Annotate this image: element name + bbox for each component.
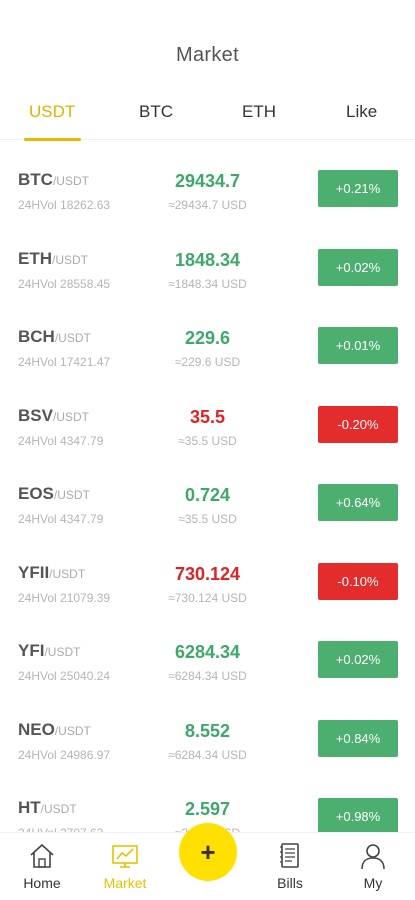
market-row[interactable]: NEO/USDT 24HVol 24986.97 8.552 ≈6284.34 USD… — [0, 700, 415, 778]
quote-symbol: /USDT — [54, 723, 91, 738]
pair-name: HT/USDT — [18, 798, 77, 818]
user-icon — [361, 844, 385, 870]
pair-name: NEO/USDT — [18, 720, 91, 740]
volume-24h: 24HVol 17421.47 — [18, 355, 111, 369]
nav-bills-label: Bills — [277, 875, 303, 891]
usd-value: ≈730.124 USD — [168, 590, 247, 605]
change-badge: +0.02% — [318, 248, 398, 286]
last-price: 0.724 — [184, 485, 231, 505]
volume-24h: 24HVol 18262.63 — [18, 198, 111, 212]
change-badge: -0.20% — [318, 405, 398, 443]
change-badge: +0.21% — [318, 170, 398, 207]
nav-market-label: Market — [103, 875, 147, 891]
market-row[interactable]: ETH/USDT 24HVol 28558.45 1848.34 ≈1848.34 U… — [0, 229, 415, 307]
change-badge: +0.64% — [318, 484, 398, 521]
volume-24h: 24HVol 4347.79 — [18, 512, 104, 526]
volume-24h: 24HVol 24986.97 — [18, 747, 111, 762]
market-tabs: USDT BTC ETH Like — [0, 88, 415, 141]
usd-value: ≈6284.34 USD — [168, 747, 247, 762]
last-price: 6284.34 — [174, 642, 241, 662]
market-row[interactable]: YFI/USDT 24HVol 25040.24 6284.34 ≈6284.34 U… — [0, 621, 415, 699]
usd-value: ≈1848.34 USD — [168, 276, 247, 291]
pair-name: BSV/USDT — [18, 406, 89, 426]
last-price: 29434.7 — [174, 171, 241, 191]
quote-symbol: /USDT — [40, 802, 77, 816]
volume-24h: 24HVol 21079.39 — [18, 590, 111, 605]
last-price: 1848.34 — [174, 249, 241, 270]
base-symbol: BSV — [18, 405, 53, 425]
volume-24h: 24HVol 4347.79 — [18, 433, 104, 448]
nav-home[interactable]: Home — [10, 841, 74, 891]
tab-eth[interactable]: ETH — [242, 102, 276, 122]
tab-like[interactable]: Like — [346, 102, 377, 122]
bottom-nav: Home Market + Bills My — [0, 823, 415, 900]
header: Market — [0, 0, 415, 88]
market-row[interactable]: EOS/USDT 24HVol 4347.79 0.724 ≈35.5 USD +0.6… — [0, 464, 415, 542]
market-list[interactable]: BTC/USDT 24HVol 18262.63 29434.7 ≈29434.7 U… — [0, 150, 415, 832]
change-badge: +0.01% — [318, 327, 398, 364]
usd-value: ≈229.6 USD — [174, 355, 241, 369]
quote-symbol: /USDT — [52, 252, 88, 267]
quote-symbol: /USDT — [52, 174, 89, 188]
nav-market[interactable]: Market — [93, 841, 157, 891]
market-row[interactable]: BCH/USDT 24HVol 17421.47 229.6 ≈229.6 USD +0… — [0, 307, 415, 385]
quote-symbol: /USDT — [53, 488, 90, 502]
quote-symbol: /USDT — [54, 331, 91, 345]
base-symbol: BCH — [18, 327, 55, 346]
last-price: 2.597 — [184, 799, 231, 819]
market-row[interactable]: BTC/USDT 24HVol 18262.63 29434.7 ≈29434.7 U… — [0, 150, 415, 228]
pair-name: EOS/USDT — [18, 484, 90, 504]
last-price: 229.6 — [184, 328, 231, 348]
base-symbol: HT — [18, 798, 41, 817]
base-symbol: ETH — [18, 248, 52, 268]
base-symbol: EOS — [18, 484, 54, 503]
change-badge: +0.98% — [318, 798, 398, 832]
change-badge: -0.10% — [318, 562, 398, 600]
last-price: 35.5 — [189, 406, 226, 427]
pair-name: YFI/USDT — [18, 641, 80, 661]
base-symbol: YFI — [18, 641, 45, 660]
change-badge: +0.02% — [318, 641, 398, 678]
pair-name: YFII/USDT — [18, 563, 85, 583]
market-row[interactable]: BSV/USDT 24HVol 4347.79 35.5 ≈35.5 USD -0.20… — [0, 386, 415, 464]
usd-value: ≈6284.34 USD — [168, 669, 247, 683]
chart-icon — [112, 845, 138, 868]
nav-bills[interactable]: Bills — [258, 841, 322, 891]
base-symbol: YFII — [18, 562, 50, 582]
usd-value: ≈29434.7 USD — [168, 198, 247, 212]
usd-value: ≈35.5 USD — [178, 512, 237, 526]
tab-btc[interactable]: BTC — [139, 102, 173, 122]
pair-name: ETH/USDT — [18, 249, 88, 269]
pair-name: BTC/USDT — [18, 170, 89, 190]
quote-symbol: /USDT — [52, 409, 89, 424]
pair-name: BCH/USDT — [18, 327, 91, 347]
last-price: 730.124 — [174, 563, 241, 584]
base-symbol: NEO — [18, 719, 55, 739]
nav-my-label: My — [363, 875, 383, 891]
tab-usdt[interactable]: USDT — [29, 102, 75, 122]
bills-icon — [280, 843, 299, 868]
home-icon — [30, 843, 54, 868]
active-tab-indicator — [24, 138, 81, 141]
usd-value: ≈35.5 USD — [178, 433, 237, 448]
change-badge: +0.84% — [318, 719, 398, 757]
base-symbol: BTC — [18, 170, 53, 189]
volume-24h: 24HVol 25040.24 — [18, 669, 111, 683]
nav-home-label: Home — [23, 875, 61, 891]
volume-24h: 24HVol 28558.45 — [18, 276, 111, 291]
market-row[interactable]: YFII/USDT 24HVol 21079.39 730.124 ≈730.124 … — [0, 543, 415, 621]
quote-symbol: /USDT — [44, 645, 81, 659]
quote-symbol: /USDT — [49, 566, 86, 581]
last-price: 8.552 — [184, 720, 231, 741]
page-title: Market — [176, 44, 239, 66]
add-button[interactable]: + — [179, 823, 237, 881]
nav-my[interactable]: My — [341, 841, 405, 891]
